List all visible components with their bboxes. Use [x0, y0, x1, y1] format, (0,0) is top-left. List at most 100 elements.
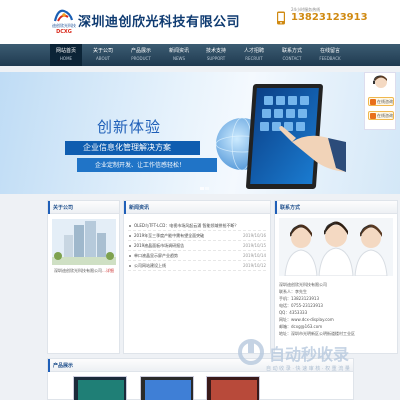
nav-label-zh: 关于公司	[92, 48, 113, 54]
company-name: 深圳迪创欣光科技有限公司	[78, 15, 241, 30]
banner-line-1: 企业信息化管理解决方案	[65, 141, 200, 155]
banner-line-2-text: 企业定制开发、让工作信感轻松！	[95, 162, 186, 169]
contact-info: 深圳迪创欣光科技有限公司 联系人：李先生 手机：13823123913 电话：0…	[279, 281, 395, 337]
news-item-title[interactable]: 公司网站建设上线	[134, 263, 166, 269]
qq-consult-button[interactable]: 在线咨询	[368, 111, 394, 120]
qq-icon	[370, 113, 376, 119]
news-item-title[interactable]: 2019年至三季度产能中需有望全面突破	[134, 233, 204, 239]
about-panel: 关于公司 深圳迪创欣光科技有限公司…详细	[47, 200, 120, 354]
nav-label-zh: 联系方式	[281, 48, 302, 54]
bullet-icon	[129, 245, 131, 247]
news-item-date: 2019/10/14	[242, 253, 266, 258]
heading-marker	[124, 201, 126, 214]
contact-person: 联系人：李先生	[279, 289, 307, 294]
nav-item-news[interactable]: 新闻资讯 NEWS	[163, 44, 195, 66]
qq-consult-label: 在线咨询	[377, 99, 393, 104]
contact-title[interactable]: 联系方式	[280, 204, 300, 211]
nav-item-contact[interactable]: 联系方式 CONTACT	[276, 44, 308, 66]
site-header: 迪创欣光科技 DCXG 深圳迪创欣光科技有限公司 24小时服务热线 138231…	[0, 0, 400, 44]
nav-item-recruit[interactable]: 人才招聘 RECRUIT	[238, 44, 270, 66]
news-item[interactable]: 单口液晶显示屏产业趋势 2019/10/14	[128, 251, 266, 261]
news-item[interactable]: 2019年至三季度产能中需有望全面突破 2019/10/16	[128, 231, 266, 241]
news-item-title[interactable]: OLED与TFT-LCD：电视市场风起云涌 智能领域拼抢不断？	[134, 223, 239, 229]
nav-label-zh: 技术支持	[205, 48, 226, 54]
contact-website[interactable]: 网址：www.dcx-display.com	[279, 316, 395, 323]
contact-mobile: 手机：13823123913	[279, 296, 319, 301]
main-nav: 网站首页 HOME 关于公司 ABOUT 产品展示 PRODUCT 新闻资讯 N…	[0, 44, 400, 66]
service-agent-icon	[373, 75, 387, 88]
bullet-icon	[129, 255, 131, 257]
watermark-logo-icon	[238, 339, 264, 365]
online-service-float: 在线咨询 在线咨询	[364, 72, 396, 130]
nav-label-en: FEEDBACK	[319, 56, 341, 61]
logo-mark-icon	[53, 9, 74, 22]
contact-company: 深圳迪创欣光科技有限公司	[279, 282, 327, 287]
qq-consult-label: 在线咨询	[377, 113, 393, 118]
news-item-date: 2019/10/12	[242, 263, 266, 268]
hero-banner[interactable]: 创新体验 企业信息化管理解决方案 企业定制开发、让工作信感轻松！	[0, 72, 400, 194]
company-building-image[interactable]	[52, 219, 116, 265]
nav-item-home[interactable]: 网站首页 HOME	[50, 44, 82, 66]
contact-phone: 电话：0755-23123913	[279, 303, 323, 308]
company-logo[interactable]: 迪创欣光科技 DCXG	[52, 7, 76, 37]
customer-service-team-image	[279, 218, 393, 276]
hotline-number: 13823123913	[291, 12, 368, 23]
heading-marker	[48, 201, 50, 214]
news-item-title[interactable]: 2019液晶面板市场调研报告	[134, 243, 184, 249]
contact-panel-header: 联系方式	[275, 201, 397, 214]
about-more-link[interactable]: …详细	[102, 268, 114, 273]
slider-dot[interactable]	[205, 187, 209, 190]
bullet-icon	[129, 225, 131, 227]
phone-icon	[277, 11, 285, 25]
about-text: 深圳迪创欣光科技有限公司	[54, 268, 102, 273]
watermark-text: 自动秒收录	[269, 345, 350, 364]
nav-label-zh: 新闻资讯	[168, 48, 189, 54]
products-title[interactable]: 产品展示	[53, 362, 73, 369]
news-item-date: 2019/10/15	[242, 243, 266, 248]
news-list: OLED与TFT-LCD：电视市场风起云涌 智能领域拼抢不断？ 2019年至三季…	[128, 221, 266, 271]
news-item-date: 2019/10/16	[242, 233, 266, 238]
contact-email[interactable]: 邮箱：dcxg@163.com	[279, 323, 395, 330]
product-image	[74, 377, 126, 400]
news-panel-header: 新闻资讯	[124, 201, 270, 214]
nav-label-zh: 产品展示	[130, 48, 151, 54]
bullet-icon	[129, 235, 131, 237]
nav-label-zh: 人才招聘	[243, 48, 264, 54]
contact-panel: 联系方式 深圳迪创欣光科技有限公司 联系人：李先生 手机：13823123913…	[274, 200, 398, 354]
logo-abbr: DCXG	[56, 29, 72, 35]
product-thumbnail[interactable]	[73, 376, 127, 400]
nav-label-en: CONTACT	[282, 56, 302, 61]
nav-item-product[interactable]: 产品展示 PRODUCT	[125, 44, 157, 66]
logo-name: 迪创欣光科技	[52, 23, 76, 28]
banner-line-1-text: 企业信息化管理解决方案	[83, 143, 171, 152]
slider-dot[interactable]	[200, 187, 204, 190]
nav-label-en: HOME	[59, 56, 73, 61]
heading-marker	[275, 201, 277, 214]
news-item-title[interactable]: 单口液晶显示屏产业趋势	[134, 253, 178, 259]
news-item[interactable]: 公司网站建设上线 2019/10/12	[128, 261, 266, 271]
nav-item-about[interactable]: 关于公司 ABOUT	[87, 44, 119, 66]
watermark: 自动秒收录 自 动 收 录 · 快 速 审 核 · 权 重 流 量	[236, 338, 386, 396]
touchscreen-illustration	[215, 84, 346, 189]
nav-label-en: ABOUT	[96, 56, 110, 61]
nav-item-support[interactable]: 技术支持 SUPPORT	[200, 44, 232, 66]
news-panel: 新闻资讯 OLED与TFT-LCD：电视市场风起云涌 智能领域拼抢不断？ 201…	[123, 200, 271, 354]
nav-label-en: RECRUIT	[245, 56, 263, 61]
about-panel-header: 关于公司	[48, 201, 119, 214]
news-item[interactable]: 2019液晶面板市场调研报告 2019/10/15	[128, 241, 266, 251]
slider-dots[interactable]	[200, 187, 210, 190]
nav-item-feedback[interactable]: 在线留言 FEEDBACK	[314, 44, 346, 66]
contact-qq: QQ：4353333	[279, 310, 308, 315]
about-summary: 深圳迪创欣光科技有限公司…详细	[54, 268, 114, 274]
nav-label-en: PRODUCT	[131, 56, 151, 61]
qq-icon	[370, 99, 376, 105]
news-item[interactable]: OLED与TFT-LCD：电视市场风起云涌 智能领域拼抢不断？	[128, 221, 266, 231]
heading-marker	[48, 359, 50, 372]
product-thumbnail[interactable]	[140, 376, 194, 400]
qq-consult-button[interactable]: 在线咨询	[368, 97, 394, 106]
news-title[interactable]: 新闻资讯	[129, 204, 149, 211]
bullet-icon	[129, 265, 131, 267]
about-title[interactable]: 关于公司	[53, 204, 73, 211]
nav-label-zh: 网站首页	[55, 48, 76, 54]
nav-label-en: SUPPORT	[206, 56, 226, 61]
